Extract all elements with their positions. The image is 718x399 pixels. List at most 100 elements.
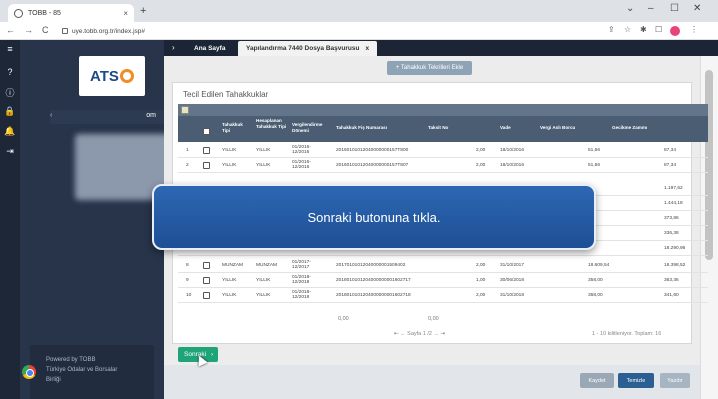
- logo-mark: [119, 69, 134, 83]
- cell-type: YILLIK: [222, 163, 237, 168]
- pager[interactable]: ⇤ ← Sayfa 1 /2 → ⇥: [394, 331, 445, 337]
- row-checkbox[interactable]: [203, 277, 210, 284]
- clear-button[interactable]: Temizle: [618, 373, 654, 388]
- row-checkbox[interactable]: [203, 162, 210, 169]
- cell-type: YILLIK: [222, 278, 237, 283]
- row-number: 10: [186, 293, 192, 298]
- url-field[interactable]: uye.tobb.org.tr/index.jsp#: [62, 25, 582, 37]
- col-header-installment[interactable]: Taksit No: [428, 125, 448, 131]
- hamburger-icon[interactable]: ≡: [0, 44, 20, 54]
- powered-line-1: Powered by TOBB: [46, 357, 96, 363]
- logo-text: ATS: [90, 67, 119, 85]
- cell-principal: 358,00: [588, 293, 603, 298]
- lock-icon[interactable]: 🔒: [0, 106, 20, 117]
- close-window-button[interactable]: ✕: [693, 3, 701, 14]
- cell-installment: 2,00: [476, 293, 486, 298]
- col-header-calc-type[interactable]: Hesaplanan Tahakkuk Tipi: [256, 118, 290, 130]
- cell-slip-no: 2018010101204000000001602717: [336, 278, 411, 283]
- icon-rail: ≡ ? ⓘ 🔒 🔔 ⇥: [0, 40, 20, 399]
- tab-home[interactable]: Ana Sayfa: [186, 41, 233, 56]
- row-checkbox[interactable]: [203, 292, 210, 299]
- reload-icon[interactable]: C: [42, 25, 49, 35]
- url-text: uye.tobb.org.tr/index.jsp#: [72, 27, 145, 35]
- close-tab-icon[interactable]: ×: [123, 9, 128, 18]
- bell-icon[interactable]: 🔔: [0, 126, 20, 137]
- col-header-due[interactable]: Vade: [500, 125, 511, 131]
- col-header-type[interactable]: Tahakkuk Tipi: [222, 122, 252, 134]
- table-row[interactable]: 8 MUNZAM MUNZAM 01/2017-12/2017 201701010120…: [178, 258, 708, 273]
- info-icon[interactable]: ⓘ: [0, 86, 20, 99]
- cell-calc-type: YILLIK: [256, 163, 271, 168]
- powered-line-3: Birliği: [46, 377, 61, 383]
- add-accrual-button[interactable]: + Tahakkuk Tekrilleri Ekle: [387, 61, 472, 75]
- print-button[interactable]: Yazdır: [660, 373, 690, 388]
- cell-late-fee: 373,86: [664, 216, 679, 221]
- table-row[interactable]: 2 YILLIK YILLIK 01/2016-12/2016 201601010120…: [178, 158, 708, 173]
- cell-slip-no: 20160101012040000000157T800: [336, 148, 409, 153]
- row-checkbox[interactable]: [203, 262, 210, 269]
- help-icon[interactable]: ?: [0, 67, 20, 77]
- save-button[interactable]: Kaydet: [580, 373, 614, 388]
- forward-icon[interactable]: →: [24, 25, 33, 35]
- col-header-principal[interactable]: Vergi Aslı Borcu: [540, 125, 575, 131]
- row-number: 2: [186, 163, 189, 168]
- cell-due: 31/10/2017: [500, 263, 525, 268]
- cell-installment: 2,00: [476, 148, 486, 153]
- cell-period: 01/2017-12/2017: [292, 260, 311, 270]
- close-tab-icon[interactable]: x: [365, 45, 369, 52]
- tutorial-callout: Sonraki butonuna tıkla.: [152, 184, 596, 250]
- cell-late-fee: 18.290,96: [664, 246, 686, 251]
- cell-principal: 358,00: [588, 278, 603, 283]
- share-icon[interactable]: ⇪: [608, 25, 615, 34]
- maximize-button[interactable]: ☐: [670, 3, 679, 14]
- cell-slip-no: 2018010101204000000001602718: [336, 293, 411, 298]
- powered-line-2: Türkiye Odalar ve Borsalar: [46, 367, 118, 373]
- cell-slip-no: 20170101012040000001509402: [336, 263, 406, 268]
- menu-icon[interactable]: ⋮: [690, 25, 698, 34]
- cell-slip-no: 20160101012040000000157T807: [336, 163, 409, 168]
- sidepanel-icon[interactable]: ☐: [655, 25, 662, 34]
- user-menu[interactable]: ‹ om: [50, 110, 164, 124]
- total-right: 0,00: [428, 316, 439, 322]
- grid-settings-icon[interactable]: [181, 106, 189, 114]
- star-icon[interactable]: ☆: [624, 25, 631, 34]
- logout-icon[interactable]: ⇥: [0, 146, 20, 157]
- browser-tab[interactable]: TOBB - 85 ×: [8, 4, 134, 22]
- cell-late-fee: 1.444,18: [664, 201, 683, 206]
- chevron-right-icon[interactable]: ›: [172, 43, 175, 52]
- back-icon[interactable]: ←: [6, 25, 15, 35]
- table-row[interactable]: 9 YILLIK YILLIK 01/2018-12/2018 201801010120…: [178, 273, 708, 288]
- tab-home-label: Ana Sayfa: [194, 45, 226, 52]
- cell-late-fee: 87,34: [664, 163, 677, 168]
- panel-title: Tecil Edilen Tahakkuklar: [183, 90, 269, 99]
- cell-installment: 2,00: [476, 163, 486, 168]
- new-tab-button[interactable]: +: [140, 5, 146, 17]
- powered-by-footer: Powered by TOBB Türkiye Odalar ve Borsal…: [30, 345, 154, 399]
- total-left: 0,00: [338, 316, 349, 322]
- profile-avatar[interactable]: [670, 26, 680, 36]
- table-row[interactable]: 1 YILLIK YILLIK 01/2016-12/2016 201601010120…: [178, 143, 708, 158]
- cell-late-fee: 341,60: [664, 293, 679, 298]
- cell-installment: 1,00: [476, 278, 486, 283]
- cell-principal: 51,66: [588, 163, 601, 168]
- globe-icon: [14, 8, 23, 18]
- cell-calc-type: YILLIK: [256, 293, 271, 298]
- tab-search-icon[interactable]: ⌄: [626, 3, 634, 14]
- select-all-checkbox[interactable]: [203, 128, 210, 135]
- extensions-icon[interactable]: ✱: [640, 25, 647, 34]
- table-row[interactable]: 10 YILLIK YILLIK 01/2018-12/2018 20180101012…: [178, 288, 708, 303]
- cell-type: MUNZAM: [222, 263, 244, 268]
- user-name: om: [146, 112, 156, 119]
- col-header-period[interactable]: Vergilendirme Dönemi: [292, 122, 332, 134]
- pager-info: 1 - 10 kilitleniyor. Toplam: 16: [592, 331, 662, 337]
- tab-restructuring[interactable]: Yapılandırma 7440 Dosya Başvurusu x: [238, 41, 378, 56]
- row-checkbox[interactable]: [203, 147, 210, 154]
- cell-late-fee: 18.398,52: [664, 263, 686, 268]
- cell-late-fee: 336,38: [664, 231, 679, 236]
- col-header-late-fee[interactable]: Gecikme Zammı: [612, 125, 647, 131]
- col-header-slip-no[interactable]: Tahakkuk Fiş Numarası: [336, 125, 387, 131]
- cell-due: 18/10/2016: [500, 163, 525, 168]
- cell-type: YILLIK: [222, 148, 237, 153]
- minimize-button[interactable]: –: [648, 3, 654, 14]
- grid-header: Tahakkuk Tipi Hesaplanan Tahakkuk Tipi V…: [178, 116, 708, 142]
